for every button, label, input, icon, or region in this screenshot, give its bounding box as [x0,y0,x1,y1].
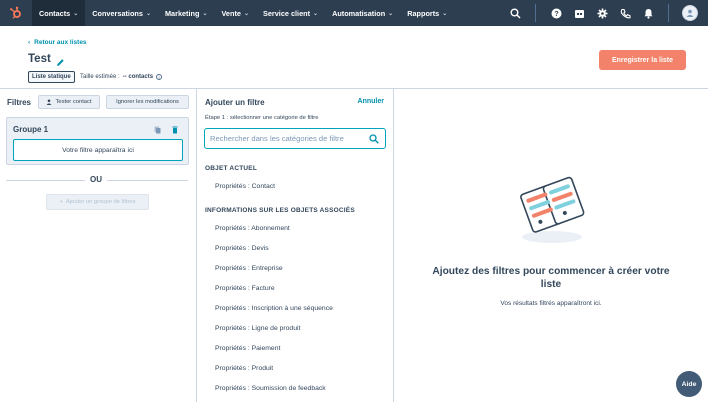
nav-divider [668,4,669,22]
list-item[interactable]: Propriétés : Devis [215,245,269,252]
list-item[interactable]: Propriétés : Contact [215,183,275,190]
list-item[interactable]: Propriétés : Inscription à une séquence [215,305,333,312]
chevron-down-icon: ⌄ [388,10,394,17]
chevron-left-icon: ‹ [28,39,31,46]
save-list-button[interactable]: Enregistrer la liste [599,50,686,70]
nav-item-label: Vente [221,8,241,18]
filter-category-search [204,128,386,149]
test-contact-label: Tester contact [55,99,92,105]
filters-title: Filtres [7,98,32,107]
chevron-down-icon: ⌄ [202,10,208,17]
chevron-down-icon: ⌄ [442,10,448,17]
list-item[interactable]: Propriétés : Entreprise [215,265,283,272]
filters-panel: Filtres Tester contact Ignorer les modif… [0,88,197,402]
copy-icon[interactable] [153,125,161,134]
add-filter-panel: Ajouter un filtre Annuler Étape 1 : séle… [197,88,394,402]
nav-item-contacts[interactable]: Contacts ⌄ [32,0,86,26]
back-link-label: Retour aux listes [34,39,87,46]
page-title: Test [28,53,51,65]
nav-item-conversations[interactable]: Conversations ⌄ [85,0,158,26]
nav-item-label: Service client [262,8,311,18]
section-heading-associated-objects: INFORMATIONS SUR LES OBJETS ASSOCIÉS [205,207,355,214]
chevron-down-icon: ⌄ [313,10,319,17]
list-item[interactable]: Propriétés : Ligne de produit [215,325,300,332]
add-filter-title: Ajouter un filtre [205,98,265,107]
notifications-icon[interactable] [641,6,655,20]
group-title: Groupe 1 [13,125,49,134]
plus-icon: + [59,199,63,205]
svg-text:?: ? [554,11,558,18]
ignore-changes-button[interactable]: Ignorer les modifications [106,95,189,109]
list-item[interactable]: Propriétés : Facture [215,285,275,292]
nav-item-rapports[interactable]: Rapports ⌄ [400,0,454,26]
nav-item-label: Marketing [164,8,200,18]
filter-drop-zone[interactable]: Votre filtre apparaîtra ici [13,139,183,161]
top-navigation: Contacts ⌄ Conversations ⌄ Marketing ⌄ Vent… [0,0,708,26]
marketplace-icon[interactable] [572,6,586,20]
search-icon[interactable] [369,134,379,144]
estimated-size-label: Taille estimée : [80,74,120,80]
cancel-link[interactable]: Annuler [358,98,384,105]
search-icon[interactable] [508,6,522,20]
avatar[interactable] [682,5,698,21]
add-group-label: Ajouter un groupe de filtres [65,199,136,205]
settings-icon[interactable] [595,6,609,20]
section-heading-current-object: OBJET ACTUEL [205,165,257,172]
nav-item-label: Automatisation [332,8,386,18]
chevron-down-icon: ⌄ [73,10,79,17]
list-item[interactable]: Propriétés : Produit [215,365,273,372]
list-item[interactable]: Propriétés : Abonnement [215,225,290,232]
results-panel: Ajoutez des filtres pour commencer à cré… [394,88,708,402]
test-contact-button[interactable]: Tester contact [38,95,100,109]
pencil-icon[interactable] [56,54,65,66]
chevron-down-icon: ⌄ [243,10,249,17]
filter-group: Groupe 1 Votre filtre apparaîtra ici [6,117,189,165]
add-filter-group-button[interactable]: + Ajouter un groupe de filtres [46,194,149,210]
nav-item-vente[interactable]: Vente ⌄ [214,0,256,26]
empty-state-title: Ajoutez des filtres pour commencer à cré… [432,266,670,290]
back-to-lists-link[interactable]: ‹ Retour aux listes [28,39,87,46]
filter-list-illustration [512,167,592,247]
nav-item-automatisation[interactable]: Automatisation ⌄ [325,0,400,26]
delete-icon[interactable] [171,125,179,134]
nav-item-service-client[interactable]: Service client ⌄ [256,0,325,26]
nav-item-label: Rapports [407,8,440,18]
nav-item-label: Conversations [92,8,143,18]
nav-item-marketing[interactable]: Marketing ⌄ [158,0,215,26]
hubspot-sprocket-icon[interactable] [8,5,24,21]
list-type-badge: Liste statique [28,71,75,83]
nav-divider [535,4,536,22]
list-item[interactable]: Propriétés : Soumission de feedback [215,385,326,392]
calling-icon[interactable] [618,6,632,20]
empty-state-subtitle: Vos résultats filtrés apparaîtront ici. [500,300,602,307]
help-button[interactable]: Aide [676,371,702,397]
nav-item-label: Contacts [39,8,71,18]
list-item[interactable]: Propriétés : Paiement [215,345,280,352]
info-icon[interactable]: i [156,74,163,80]
estimated-size-value: -- contacts [122,74,154,80]
help-icon[interactable]: ? [549,6,563,20]
chevron-down-icon: ⌄ [145,10,151,17]
or-label: OU [85,175,107,184]
search-input[interactable] [205,134,365,143]
person-icon [46,99,52,105]
step-label: Étape 1 : sélectionner une catégorie de … [205,115,319,121]
estimated-size: Taille estimée : -- contacts i [80,71,163,83]
nav-utility-icons: ? [508,0,698,26]
